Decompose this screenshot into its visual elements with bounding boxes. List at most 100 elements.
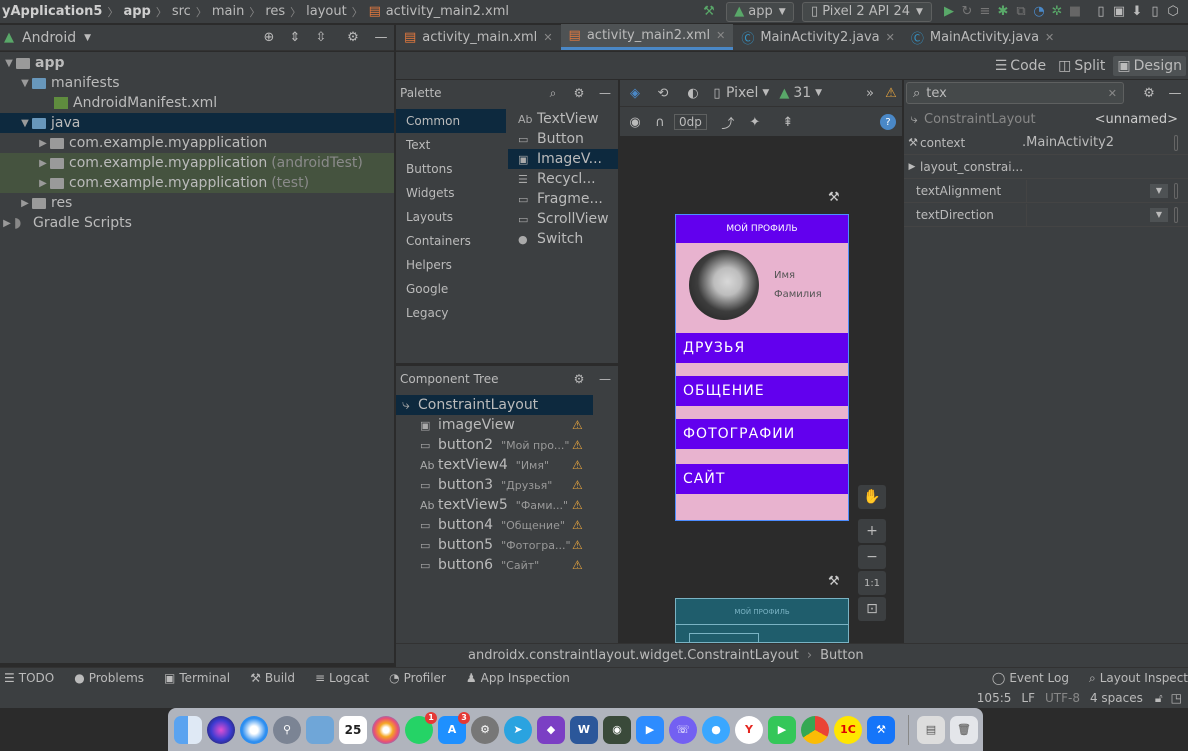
avd-icon[interactable]: ▯	[1146, 4, 1164, 19]
attach-debugger-icon[interactable]: ⧉	[1012, 4, 1030, 19]
tree-item-gradle-scripts[interactable]: ▶ ◗ Gradle Scripts	[0, 213, 394, 233]
run-config-select[interactable]: ▲ app ▼	[726, 1, 794, 22]
app-inspection-tool-button[interactable]: ♟ App Inspection	[466, 671, 570, 685]
word-icon[interactable]: W	[570, 715, 598, 744]
lock-icon[interactable]: 🔓︎	[1155, 691, 1163, 706]
minimize-icon[interactable]: —	[1162, 86, 1188, 101]
profile-avatar[interactable]	[689, 250, 759, 320]
chevron-down-icon[interactable]: ▼	[84, 33, 91, 43]
component-item[interactable]: ▭ button5 "Фотогра..."	[396, 535, 593, 555]
night-mode-icon[interactable]: ◐	[678, 86, 708, 101]
android-studio-icon[interactable]: ◉	[603, 715, 631, 744]
infer-constraints-icon[interactable]: ✦	[743, 115, 767, 130]
clear-icon[interactable]: ✕	[1108, 87, 1117, 100]
crumb-src[interactable]: src	[170, 4, 193, 19]
attr-value[interactable]: .MainActivity2	[1022, 135, 1174, 150]
component-item[interactable]: ▭ button6 "Сайт"	[396, 555, 593, 575]
warning-icon[interactable]: ⚠	[572, 498, 583, 512]
stop-icon[interactable]: ■	[1066, 4, 1084, 19]
tree-item-package-test[interactable]: ▶ com.example.myapplication (test)	[0, 173, 394, 193]
profile-icon[interactable]: ◔	[1030, 4, 1048, 19]
crumb-project[interactable]: yApplication5	[0, 4, 104, 19]
collapse-all-icon[interactable]: ⇳	[308, 30, 334, 45]
device-select[interactable]: Pixel	[726, 85, 758, 101]
layout-inspector-button[interactable]: ⌕ Layout Inspect	[1089, 671, 1188, 686]
split-mode-button[interactable]: ◫ Split	[1054, 56, 1109, 76]
palette-item-textview[interactable]: Ab TextView	[508, 109, 618, 129]
warning-icon[interactable]: ⚠	[572, 418, 583, 432]
attribute-search-field[interactable]: ⌕ tex ✕	[906, 82, 1124, 104]
attr-row-text-direction[interactable]: textDirection ▼	[904, 203, 1188, 227]
component-item[interactable]: Ab textView5 "Фами..."	[396, 495, 593, 515]
tab-main-activity2-java[interactable]: Ⓒ MainActivity2.java ✕	[733, 24, 903, 50]
dropdown-icon[interactable]: ▼	[1150, 207, 1168, 222]
bug-icon[interactable]: ✲	[1048, 4, 1066, 19]
apply-changes-icon[interactable]: ≡	[976, 4, 994, 19]
palette-item-fragment[interactable]: ▭ Fragme...	[508, 189, 618, 209]
close-icon[interactable]: ✕	[716, 29, 725, 42]
crumb-file[interactable]: activity_main2.xml	[384, 4, 511, 19]
gear-icon[interactable]: ⚙	[1136, 86, 1162, 101]
palette-category-helpers[interactable]: Helpers	[396, 253, 506, 277]
palette-category-text[interactable]: Text	[396, 133, 506, 157]
first-name-text[interactable]: Имя	[774, 270, 795, 281]
component-item[interactable]: ▭ button2 "Мой про..."	[396, 435, 593, 455]
pan-hand-button[interactable]: ✋	[858, 485, 886, 509]
tab-main-activity-java[interactable]: Ⓒ MainActivity.java ✕	[903, 24, 1062, 50]
printer-icon[interactable]: ▤	[917, 715, 945, 744]
breadcrumb-button[interactable]: Button	[820, 648, 864, 663]
gear-icon[interactable]: ⚙	[566, 372, 592, 386]
breadcrumb-constraintlayout[interactable]: androidx.constraintlayout.widget.Constra…	[468, 648, 799, 663]
memory-icon[interactable]: ◳	[1171, 691, 1182, 705]
messages-icon[interactable]: ●	[702, 715, 730, 744]
chevron-down-icon[interactable]: ▼	[815, 88, 822, 98]
tree-item-package-main[interactable]: ▶ com.example.myapplication	[0, 133, 394, 153]
attr-row-layout-constraints[interactable]: ▶ layout_constrai...	[904, 155, 1188, 179]
palette-category-legacy[interactable]: Legacy	[396, 301, 506, 325]
profile-header-button[interactable]: МОЙ ПРОФИЛЬ	[676, 215, 848, 243]
indent-setting[interactable]: 4 spaces	[1090, 691, 1143, 705]
tab-activity-main2-xml[interactable]: ▤ activity_main2.xml ✕	[560, 24, 734, 50]
whatsapp-icon[interactable]: 1	[405, 711, 437, 744]
device-manager-icon[interactable]: ▯	[1092, 4, 1110, 19]
margin-input[interactable]: 0dp	[674, 114, 707, 130]
attr-row-context[interactable]: ⚒ context .MainActivity2	[904, 131, 1188, 155]
zoom-icon[interactable]: ▶	[636, 715, 664, 744]
blueprint-preview[interactable]: МОЙ ПРОФИЛЬ	[675, 598, 849, 645]
palette-item-switch[interactable]: ● Switch	[508, 229, 618, 249]
component-item[interactable]: Ab textView4 "Имя"	[396, 455, 593, 475]
gear-icon[interactable]: ⚙	[566, 86, 592, 100]
crumb-layout[interactable]: layout	[304, 4, 349, 19]
palette-item-recyclerview[interactable]: ☰ Recycl...	[508, 169, 618, 189]
chevron-down-icon[interactable]: ▼	[762, 88, 769, 98]
api-level-select[interactable]: 31	[793, 85, 811, 101]
palette-category-layouts[interactable]: Layouts	[396, 205, 506, 229]
zoom-actual-button[interactable]: 1:1	[858, 571, 886, 595]
sdk-manager-icon[interactable]: ⬇	[1128, 4, 1146, 19]
phone-preview[interactable]: МОЙ ПРОФИЛЬ Имя Фамилия ДРУЗЬЯ ОБЩЕНИЕ Ф…	[675, 214, 849, 521]
system-preferences-icon[interactable]: ⚙	[471, 715, 499, 744]
more-icon[interactable]: »	[860, 86, 880, 101]
yandex-browser-icon[interactable]: Y	[735, 715, 763, 744]
finder-icon[interactable]	[174, 715, 202, 744]
close-icon[interactable]: ✕	[543, 31, 552, 44]
viber-icon[interactable]: ☏	[669, 715, 697, 744]
telegram-icon[interactable]: ➤	[504, 715, 532, 744]
todo-tool-button[interactable]: ☰ TODO	[4, 671, 54, 685]
component-item[interactable]: ▣ imageView	[396, 415, 593, 435]
crosshair-icon[interactable]: ⊕	[256, 30, 282, 45]
xcode-icon[interactable]: ⚒	[867, 715, 895, 744]
line-separator[interactable]: LF	[1021, 691, 1035, 705]
calendar-icon[interactable]: 25	[339, 715, 367, 744]
warning-icon[interactable]: ⚠	[572, 478, 583, 492]
logcat-tool-button[interactable]: ≡ Logcat	[315, 671, 369, 685]
close-icon[interactable]: ✕	[886, 31, 895, 44]
crumb-main[interactable]: main	[210, 4, 246, 19]
photos-icon[interactable]	[372, 715, 400, 744]
file-encoding[interactable]: UTF-8	[1045, 691, 1080, 705]
hammer-icon[interactable]: ⚒	[700, 4, 718, 19]
site-button[interactable]: САЙТ	[676, 464, 848, 494]
palette-item-scrollview[interactable]: ▭ ScrollView	[508, 209, 618, 229]
tree-item-package-android-test[interactable]: ▶ com.example.myapplication (androidTest)	[0, 153, 394, 173]
terminal-tool-button[interactable]: ▣ Terminal	[164, 671, 230, 685]
